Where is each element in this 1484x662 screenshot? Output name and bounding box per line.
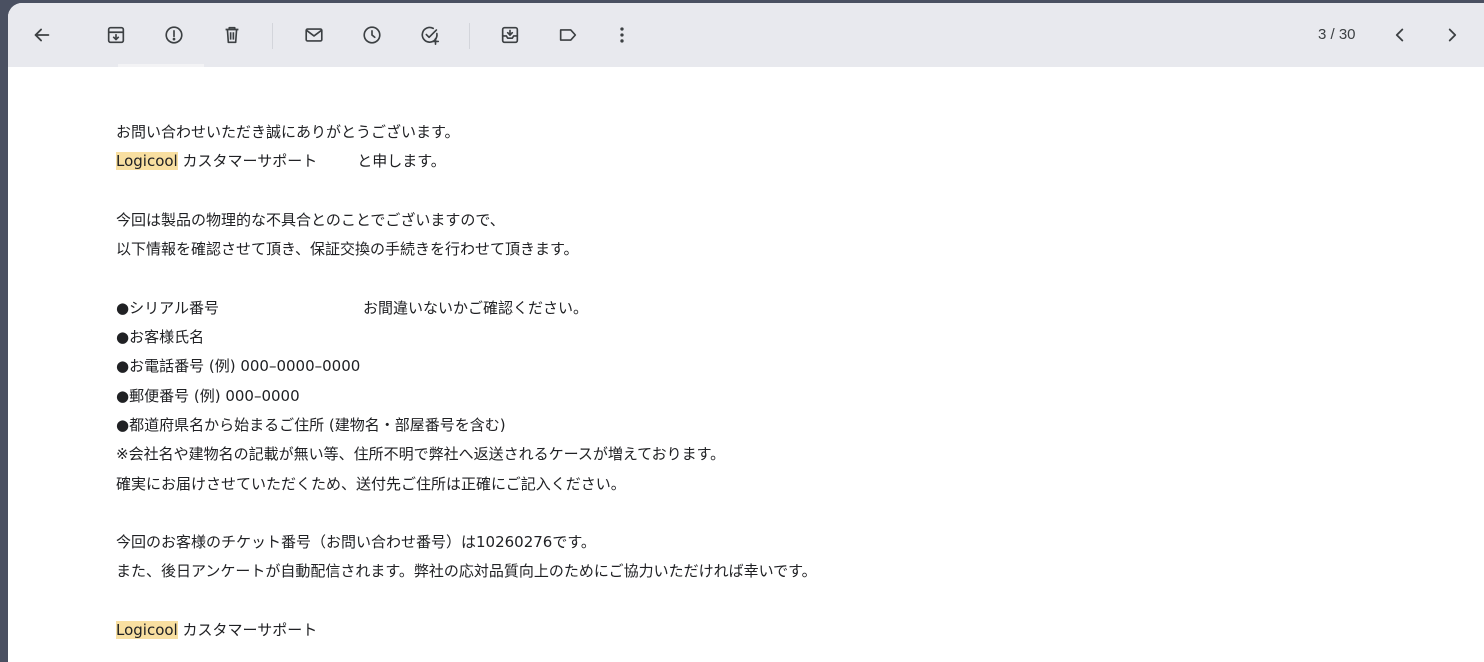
note-line: ※会社名や建物名の記載が無い等、住所不明で弊社へ返送されるケースが増えております…: [116, 445, 726, 464]
label-icon[interactable]: [550, 15, 586, 55]
more-vert-icon[interactable]: [604, 15, 640, 55]
paragraph-line: 以下情報を確認させて頂き、保証交換の手続きを行わせて頂きます。: [116, 240, 579, 259]
note-line: 確実にお届けさせていただくため、送付先ご住所は正確にご記入ください。: [116, 474, 626, 493]
redacted-text: [118, 64, 204, 67]
survey-line: また、後日アンケートが自動配信されます。弊社の応対品質向上のためにご協力いただけ…: [116, 562, 817, 581]
list-item-serial: ●シリアル番号 お間違いないかご確認ください。: [116, 294, 1416, 323]
report-spam-icon[interactable]: [156, 15, 192, 55]
toolbar-divider: [469, 23, 470, 49]
trash-icon[interactable]: [214, 15, 250, 55]
mail-icon[interactable]: [296, 15, 332, 55]
ticket-line: 今回のお客様のチケット番号（お問い合わせ番号）は10260276です。: [116, 533, 596, 552]
add-task-icon[interactable]: [412, 15, 448, 55]
signature-team: カスタマーサポート: [177, 621, 318, 640]
brand-highlight: Logicool: [116, 152, 178, 171]
greeting-line: お問い合わせいただき誠にありがとうございます。: [116, 123, 460, 141]
email-view-window: 3 / 30 お問い合わせいただき誠にありがとうございます。 Logicool …: [8, 3, 1484, 662]
email-body: お問い合わせいただき誠にありがとうございます。 Logicool カスタマーサポ…: [116, 118, 1416, 645]
list-item-phone: ●お電話番号 (例) 000–0000–0000: [116, 357, 361, 376]
chevron-right-icon[interactable]: [1434, 15, 1470, 55]
arrow-left-icon[interactable]: [24, 15, 60, 55]
list-item-address: ●都道府県名から始まるご住所 (建物名・部屋番号を含む): [116, 415, 506, 434]
brand-highlight: Logicool: [116, 621, 178, 640]
pager-count: 3 / 30: [1318, 26, 1356, 43]
serial-note: お間違いないかご確認ください。: [362, 298, 588, 317]
archive-icon[interactable]: [98, 15, 134, 55]
paragraph-line: 今回は製品の物理的な不具合とのことでございますので、: [116, 210, 505, 229]
intro-line: Logicool カスタマーサポート と申します。: [116, 147, 1416, 176]
chevron-left-icon[interactable]: [1382, 15, 1418, 55]
list-item-name: ●お客様氏名: [116, 328, 205, 347]
intro-team: カスタマーサポート: [177, 152, 318, 171]
move-to-inbox-icon[interactable]: [492, 15, 528, 55]
list-item-postal: ●郵便番号 (例) 000–0000: [116, 386, 300, 405]
signature-line: Logicool カスタマーサポート: [116, 616, 1416, 645]
toolbar-divider: [272, 23, 273, 49]
email-toolbar: 3 / 30: [8, 3, 1484, 67]
serial-label: ●シリアル番号: [116, 298, 219, 317]
intro-suffix: と申します。: [357, 152, 446, 171]
clock-icon[interactable]: [354, 15, 390, 55]
